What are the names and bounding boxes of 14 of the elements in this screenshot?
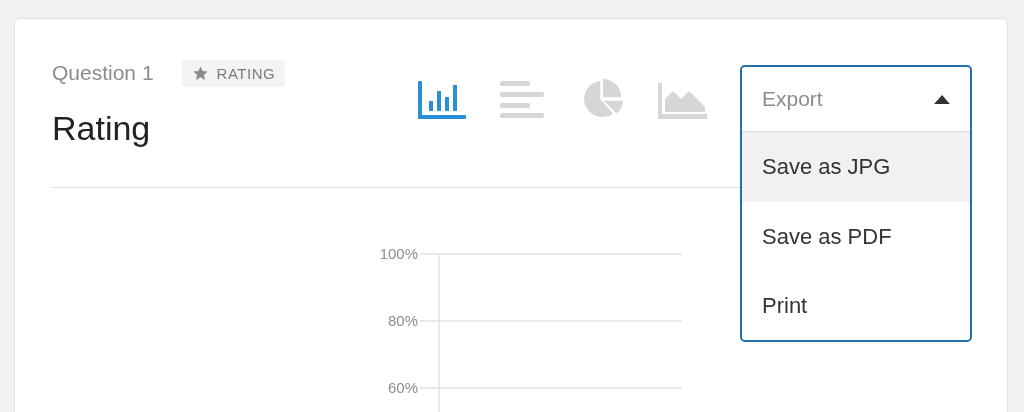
badge-label: RATING <box>216 64 276 82</box>
menu-item[interactable]: Save as JPG <box>742 132 970 202</box>
menu-item[interactable]: Print <box>742 272 970 340</box>
star-icon <box>191 64 209 82</box>
question-title: Rating <box>52 109 152 148</box>
y-tick-label: 60% <box>387 379 418 396</box>
export-placeholder: Export <box>762 87 823 111</box>
y-tick-label: 100% <box>379 245 418 262</box>
question-number: Question 1 <box>52 61 154 85</box>
menu-item[interactable]: Save as PDF <box>742 202 970 272</box>
caret-icon <box>934 94 950 104</box>
y-tick-label: 80% <box>387 312 418 329</box>
export-dropdown[interactable]: Export Save as JPG Save as PDF Print <box>740 65 972 342</box>
column-chart-icon[interactable] <box>418 79 468 119</box>
